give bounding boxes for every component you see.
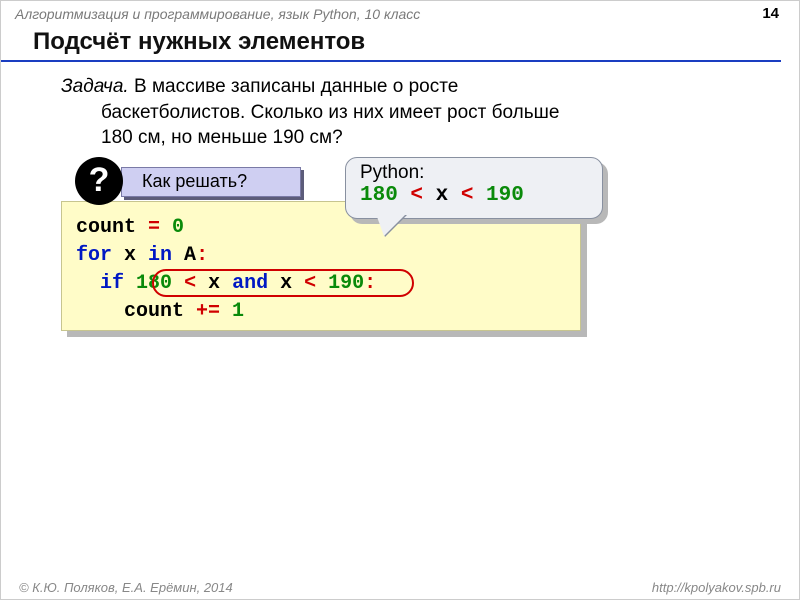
bubble-body: Python: 180 < x < 190 — [345, 157, 603, 219]
problem-line1: В массиве записаны данные о росте — [129, 76, 459, 97]
question-mark: ? — [89, 161, 110, 200]
bubble-tail-icon — [376, 214, 406, 236]
code-t: 180 — [360, 184, 398, 207]
question-text: Как решать? — [142, 171, 247, 192]
footer-copyright: © К.Ю. Поляков, Е.А. Ерёмин, 2014 — [19, 580, 233, 595]
code-t: = — [148, 216, 172, 239]
page-number: 14 — [762, 5, 779, 22]
speech-bubble: Python: 180 < x < 190 — [345, 157, 603, 219]
code-t: for — [76, 244, 112, 267]
code-t: if — [100, 272, 124, 295]
bubble-code: 180 < x < 190 — [360, 184, 588, 207]
code-t: < — [304, 272, 328, 295]
code-t: and — [232, 272, 268, 295]
code-t: : — [196, 244, 208, 267]
content-area: Задача. В массиве записаны данные о рост… — [1, 74, 799, 331]
code-t: < — [448, 184, 486, 207]
code-t: 190 — [486, 184, 524, 207]
code-t: < — [172, 272, 208, 295]
footer-url: http://kpolyakov.spb.ru — [652, 580, 781, 595]
subject-text: Алгоритмизация и программирование, язык … — [15, 6, 420, 22]
problem-text: Задача. В массиве записаны данные о рост… — [61, 74, 739, 151]
code-t: x — [268, 272, 304, 295]
code-t: 180 — [136, 272, 172, 295]
code-t: 190 — [328, 272, 364, 295]
question-box: Как решать? — [121, 167, 301, 197]
code-t: += — [196, 300, 232, 323]
code-t: 0 — [172, 216, 184, 239]
problem-line2: баскетболистов. Сколько из них имеет рос… — [61, 100, 739, 126]
header-bar: Алгоритмизация и программирование, язык … — [1, 1, 799, 24]
code-t: count — [76, 216, 148, 239]
footer: © К.Ю. Поляков, Е.А. Ерёмин, 2014 http:/… — [1, 576, 799, 599]
code-t: x — [436, 184, 449, 207]
code-t: 1 — [232, 300, 244, 323]
code-t: count — [124, 300, 196, 323]
problem-line3: 180 см, но меньше 190 см? — [61, 125, 739, 151]
problem-label: Задача. — [61, 76, 129, 97]
code-area: count = 0 for x in A: if 180 < x and x <… — [61, 201, 739, 331]
bubble-title: Python: — [360, 162, 588, 184]
question-mark-icon: ? — [75, 157, 123, 205]
code-t: < — [398, 184, 436, 207]
code-t: x — [112, 244, 148, 267]
code-t: : — [364, 272, 376, 295]
slide: Алгоритмизация и программирование, язык … — [0, 0, 800, 600]
code-t: x — [208, 272, 232, 295]
slide-title: Подсчёт нужных элементов — [1, 24, 781, 62]
code-t: in — [148, 244, 172, 267]
code-t: A — [172, 244, 196, 267]
